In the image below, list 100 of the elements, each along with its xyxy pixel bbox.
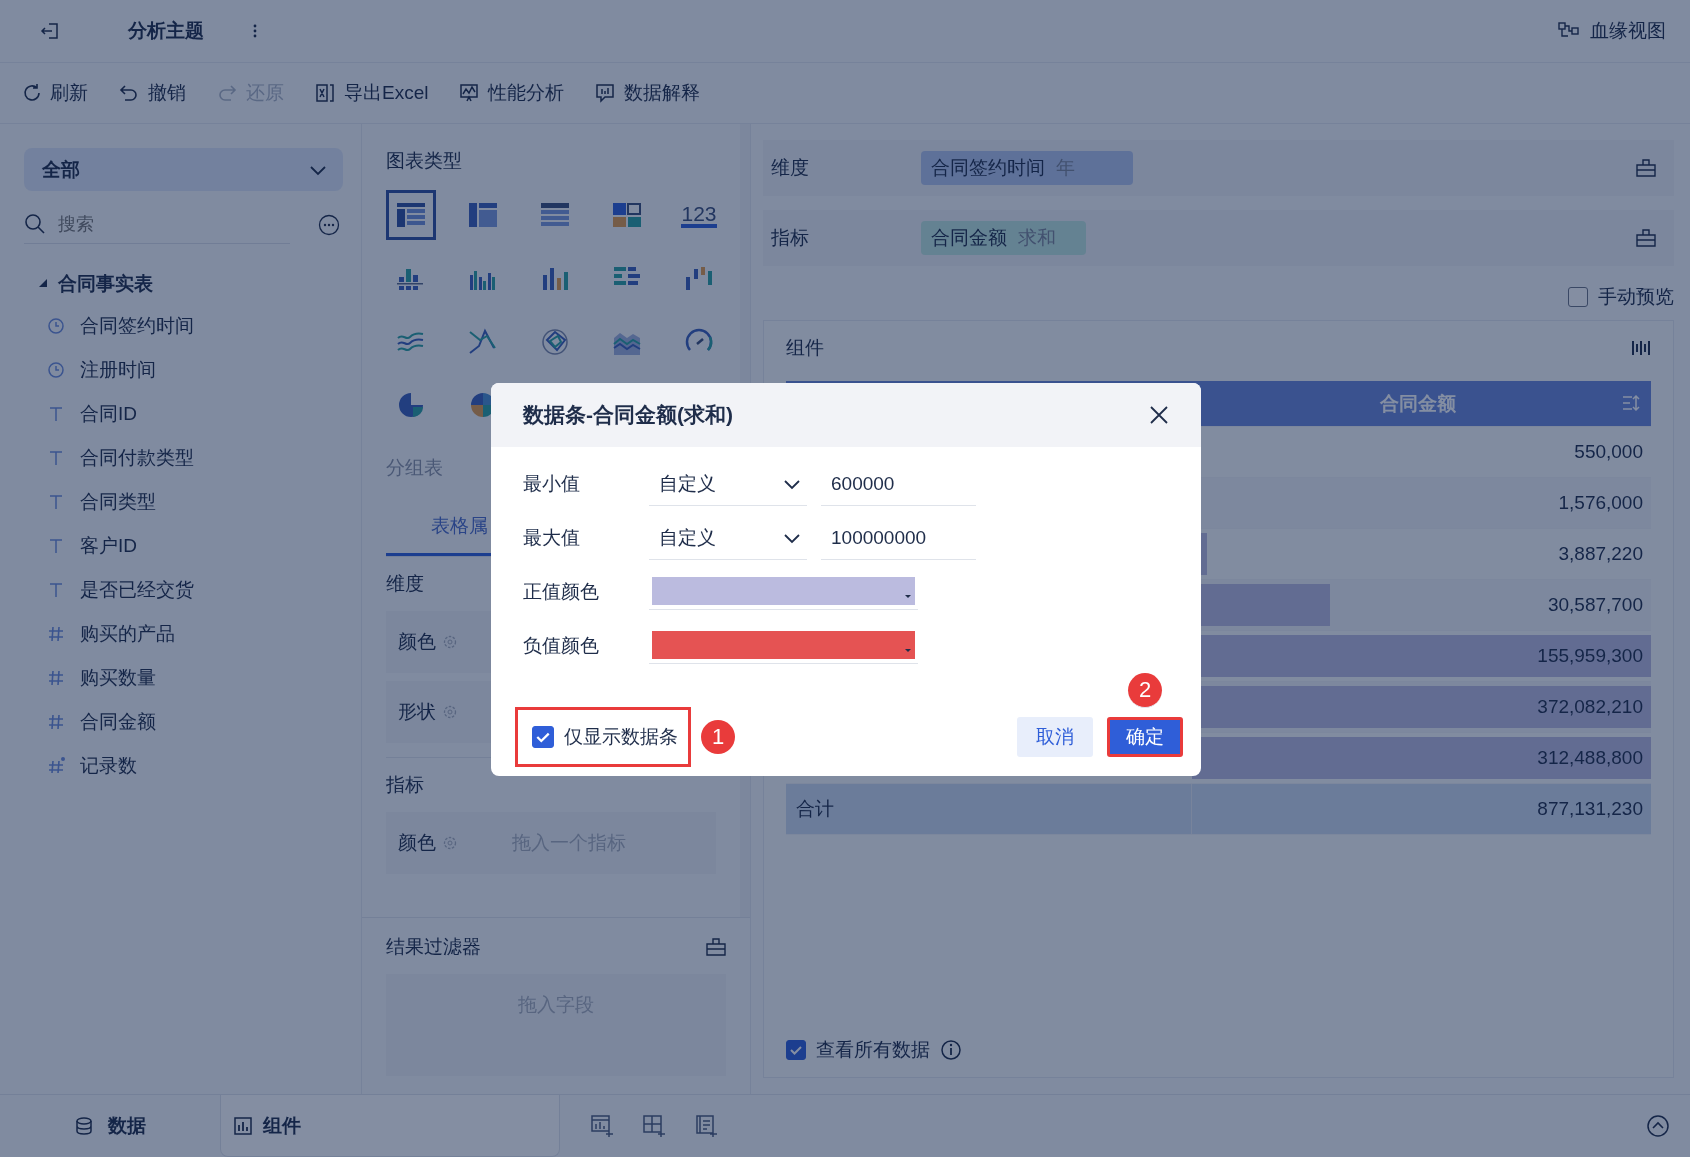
lineage-icon xyxy=(1558,22,1580,40)
field-item[interactable]: 合同付款类型 xyxy=(80,445,194,471)
gear-icon[interactable] xyxy=(442,835,458,851)
section-title: 维度 xyxy=(386,572,424,596)
toolbar-button[interactable]: 性能分析 xyxy=(458,80,565,106)
gear-icon[interactable] xyxy=(442,634,458,650)
field-item[interactable]: 购买的产品 xyxy=(80,621,175,647)
add-layout-icon[interactable] xyxy=(642,1114,666,1138)
bottom-tab[interactable]: 组件 xyxy=(220,1095,560,1157)
close-icon[interactable] xyxy=(1149,405,1169,425)
more-icon[interactable] xyxy=(252,23,258,39)
chart-box-icon xyxy=(233,1115,253,1136)
section-title: 指标 xyxy=(386,773,424,797)
lineage-view-button[interactable]: 血缘视图 xyxy=(1558,18,1666,44)
bottom-tab[interactable]: 数据 xyxy=(0,1095,220,1157)
monitor-chart-icon xyxy=(458,82,481,104)
table-cell-text: 372,082,210 xyxy=(1537,696,1644,718)
hash-icon xyxy=(46,756,66,776)
card-title: 组件 xyxy=(786,336,824,360)
scope-dropdown[interactable]: 全部 xyxy=(24,148,343,191)
hash-icon xyxy=(46,624,66,644)
field-item[interactable]: 合同金额 xyxy=(80,709,156,735)
checkmark-icon xyxy=(789,1043,803,1057)
hash-icon xyxy=(46,668,66,688)
toolbar-button[interactable]: 导出Excel xyxy=(314,80,429,106)
field-item[interactable]: 客户ID xyxy=(80,533,137,559)
table-cell-text: 155,959,300 xyxy=(1537,645,1644,667)
mode-select[interactable]: 自定义 xyxy=(649,516,807,560)
step-badge: 2 xyxy=(1128,673,1162,708)
search-field[interactable]: 搜索 xyxy=(56,212,260,236)
tree-item[interactable]: 合同事实表 xyxy=(24,264,343,304)
blocks-chart-icon xyxy=(611,200,643,230)
step-badge: 1 xyxy=(701,720,735,754)
field-item[interactable]: 合同类型 xyxy=(80,489,156,515)
clock-icon xyxy=(46,360,66,380)
table-chart-icon xyxy=(395,200,427,230)
checkbox[interactable] xyxy=(532,726,554,748)
checkbox-label: 手动预览 xyxy=(1598,285,1674,309)
crosstab-chart-icon xyxy=(467,200,499,230)
toolbox-icon[interactable] xyxy=(1636,159,1656,177)
info-icon[interactable] xyxy=(940,1039,962,1061)
shelf-label: 指标 xyxy=(771,226,810,250)
slot-label: 颜色 xyxy=(398,630,436,654)
gear-icon[interactable] xyxy=(442,704,458,720)
exit-icon[interactable] xyxy=(40,21,60,41)
sort-icon[interactable] xyxy=(1621,393,1641,413)
checkbox[interactable] xyxy=(786,1040,806,1060)
table-cell-text: 550,000 xyxy=(1574,441,1644,463)
color-picker[interactable] xyxy=(652,577,915,605)
bar-code-icon[interactable] xyxy=(1631,338,1651,358)
toolbar-button[interactable]: 数据解释 xyxy=(594,80,701,106)
confirm-button[interactable]: 确定 xyxy=(1107,717,1183,757)
toolbox-icon[interactable] xyxy=(706,938,726,956)
section-title: 结果过滤器 xyxy=(386,935,481,959)
chevron-down-icon xyxy=(783,531,801,544)
field-item[interactable]: 记录数 xyxy=(80,753,137,779)
collapse-icon[interactable] xyxy=(1646,1114,1670,1138)
table-cell-text: 877,131,230 xyxy=(1536,797,1644,821)
table-cell-text: 3,887,220 xyxy=(1558,543,1644,565)
chevron-down-icon xyxy=(783,477,801,490)
cancel-button[interactable]: 取消 xyxy=(1017,717,1093,757)
field-label: 最小值 xyxy=(523,472,581,496)
checkbox-label: 仅显示数据条 xyxy=(564,725,678,749)
chevron-down-icon xyxy=(309,163,327,176)
toolbox-icon[interactable] xyxy=(1636,229,1656,247)
database-icon xyxy=(74,1116,94,1136)
expand-triangle-icon xyxy=(38,279,48,289)
redo-icon xyxy=(216,82,238,104)
table-cell-text: 312,488,800 xyxy=(1537,747,1644,769)
checkbox[interactable] xyxy=(1568,287,1588,307)
clock-icon xyxy=(46,316,66,336)
checkbox-label: 查看所有数据 xyxy=(816,1038,930,1062)
toolbar-button[interactable]: 撤销 xyxy=(118,80,186,106)
field-item[interactable]: 购买数量 xyxy=(80,665,156,691)
shelf-label: 维度 xyxy=(771,156,810,180)
chart-comment-icon xyxy=(594,82,617,104)
field-item[interactable]: 是否已经交货 xyxy=(80,577,194,603)
chart-type-button[interactable]: 123 xyxy=(674,190,724,240)
mode-select[interactable]: 自定义 xyxy=(649,462,807,506)
field-item[interactable]: 合同签约时间 xyxy=(80,313,194,339)
field-label: 正值颜色 xyxy=(523,580,600,604)
slot-label: 形状 xyxy=(398,700,436,724)
field-label: 负值颜色 xyxy=(523,634,600,658)
add-text-icon[interactable] xyxy=(694,1114,718,1138)
search-icon xyxy=(24,213,46,235)
page-title: 分析主题 xyxy=(128,19,204,43)
add-chart-icon[interactable] xyxy=(590,1114,614,1138)
radar-chart-icon xyxy=(539,326,571,356)
number-label: 123 xyxy=(681,202,717,228)
color-picker[interactable] xyxy=(652,631,915,659)
field-item[interactable]: 合同ID xyxy=(80,401,137,427)
toolbar-button[interactable]: 刷新 xyxy=(20,80,88,106)
table-cell: 合计 xyxy=(786,784,1192,834)
slot-label: 颜色 xyxy=(398,831,436,855)
more-options-icon[interactable] xyxy=(318,213,340,236)
section-title: 图表类型 xyxy=(386,149,462,173)
dialog-title: 数据条-合同金额(求和) xyxy=(523,402,733,428)
table-cell-text: 1,576,000 xyxy=(1558,492,1644,514)
table-cell-text: 30,587,700 xyxy=(1547,594,1644,616)
field-item[interactable]: 注册时间 xyxy=(80,357,156,383)
